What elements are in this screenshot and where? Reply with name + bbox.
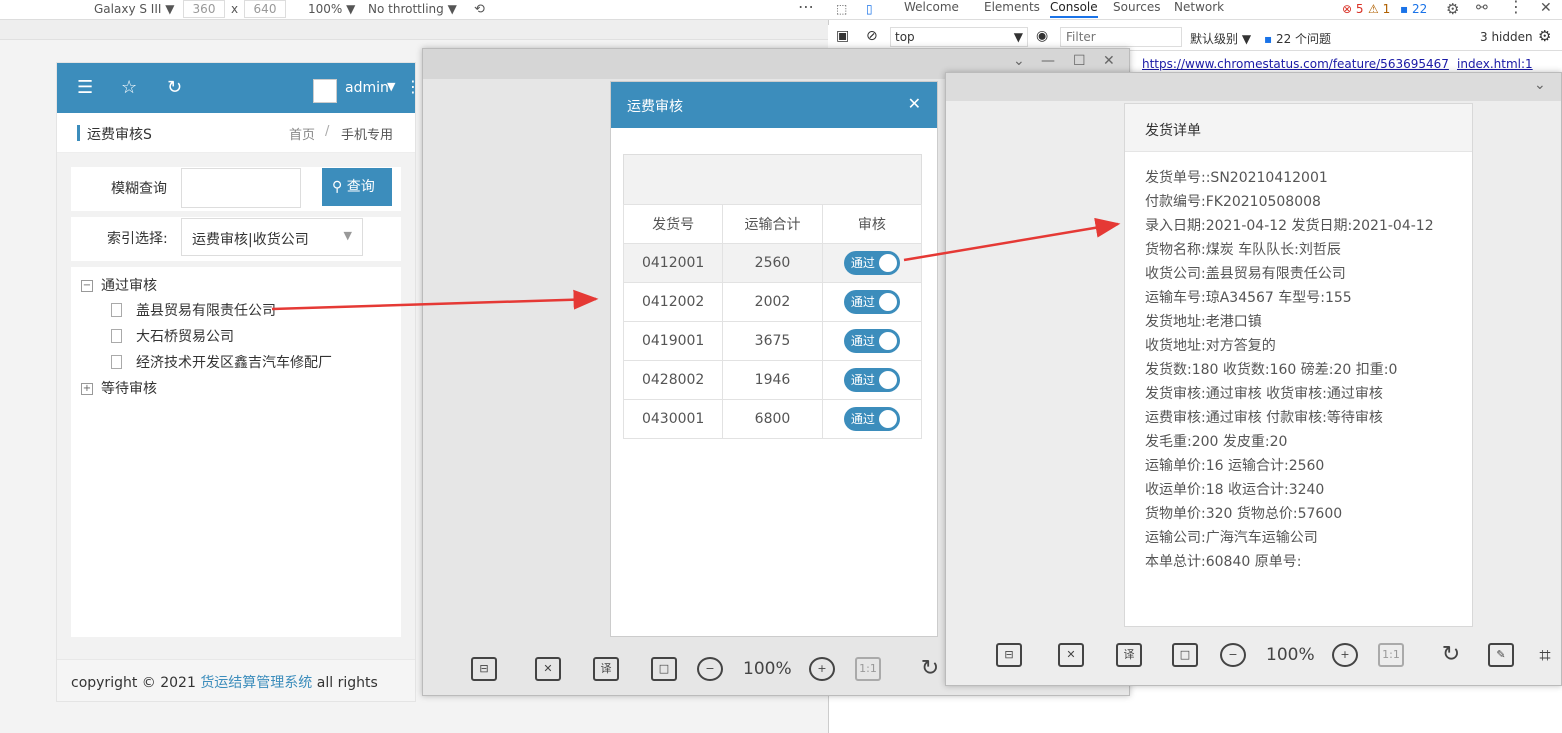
arrow-to-audit (271, 289, 599, 311)
arrow-to-detail (903, 217, 1121, 262)
annotation-arrows (271, 217, 1121, 311)
